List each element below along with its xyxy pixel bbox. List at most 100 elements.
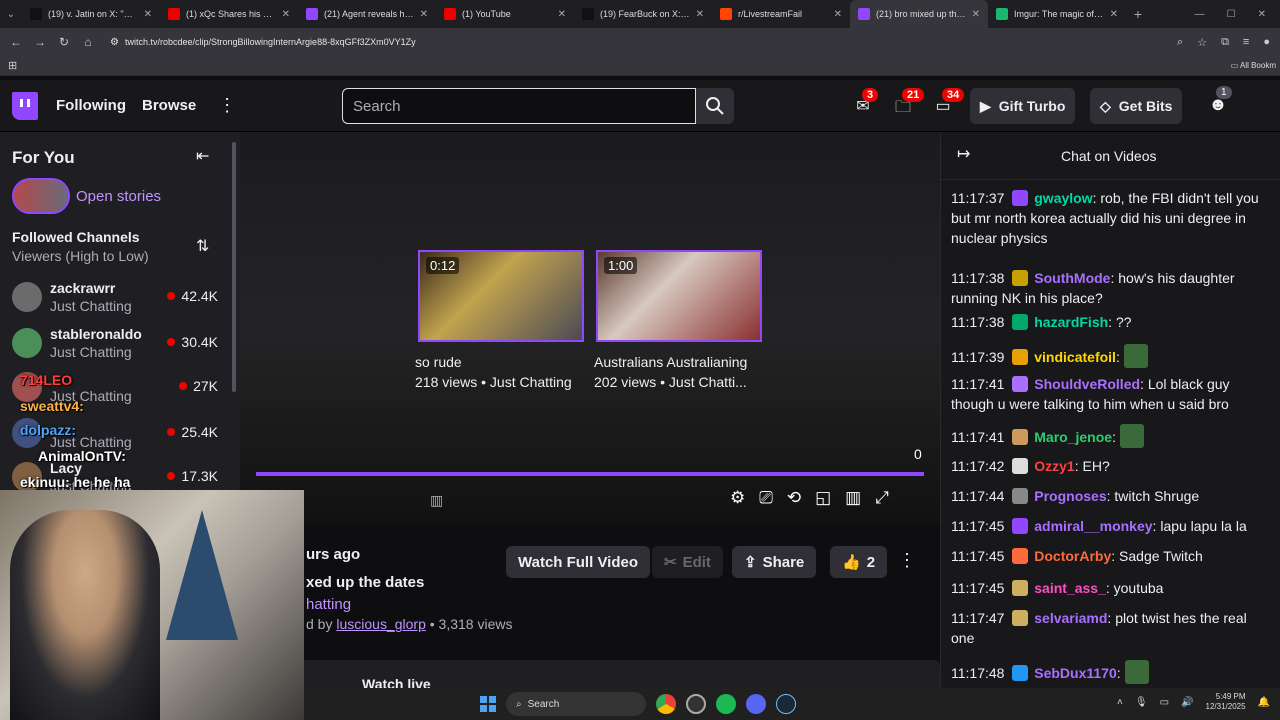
video-player[interactable]: 0:12 so rude 218 views • Just Chatting 1… bbox=[240, 132, 940, 526]
browser-tab[interactable]: (21) bro mixed up the da ✕ bbox=[850, 0, 988, 28]
browse-link[interactable]: Browse bbox=[142, 97, 196, 114]
get-bits-button[interactable]: ◇ Get Bits bbox=[1090, 88, 1183, 124]
taskbar-search[interactable]: ⌕ Search bbox=[506, 692, 646, 716]
picture-in-picture-icon[interactable]: ◱ bbox=[815, 488, 831, 508]
chat-username[interactable]: selvariamd bbox=[1034, 610, 1107, 626]
reload-icon[interactable]: ↻ bbox=[52, 35, 76, 49]
clip-icon[interactable]: ⟲ bbox=[787, 488, 801, 508]
clipper-link[interactable]: luscious_glorp bbox=[336, 616, 426, 632]
back-icon[interactable]: ← bbox=[4, 35, 28, 49]
all-bookmarks-link[interactable]: ▭ All Bookm bbox=[1231, 61, 1280, 70]
forward-icon[interactable]: → bbox=[28, 35, 52, 49]
browser-tab[interactable]: Imgur: The magic of the ✕ bbox=[988, 0, 1126, 28]
site-info-icon[interactable]: ⚙ bbox=[110, 37, 119, 48]
volume-icon[interactable]: ▥ bbox=[430, 492, 443, 509]
fullscreen-icon[interactable]: ⤢ bbox=[875, 488, 889, 508]
spotify-icon[interactable] bbox=[716, 694, 736, 714]
close-window-icon[interactable]: ✕ bbox=[1258, 9, 1266, 20]
chat-username[interactable]: Maro_jenoe bbox=[1034, 429, 1112, 445]
home-icon[interactable]: ⌂ bbox=[76, 35, 100, 49]
discord-icon[interactable] bbox=[746, 694, 766, 714]
followed-channel[interactable]: stableronaldo Just Chatting 30.4K bbox=[12, 324, 226, 366]
close-tab-icon[interactable]: ✕ bbox=[834, 9, 842, 20]
like-button[interactable]: 👍 2 bbox=[830, 546, 888, 578]
theatre-mode-icon[interactable]: ▥ bbox=[845, 488, 861, 508]
browser-tab[interactable]: (19) v. Jatin on X: "End of ✕ bbox=[22, 0, 160, 28]
zoom-icon[interactable]: ⌕ bbox=[1177, 36, 1183, 49]
open-stories-link[interactable]: Open stories bbox=[76, 188, 161, 205]
close-tab-icon[interactable]: ✕ bbox=[972, 9, 980, 20]
watch-full-video-button[interactable]: Watch Full Video bbox=[506, 546, 651, 578]
close-tab-icon[interactable]: ✕ bbox=[558, 9, 566, 20]
chat-username[interactable]: ShouldveRolled bbox=[1034, 376, 1140, 392]
video-progress-bar[interactable] bbox=[256, 472, 924, 476]
browser-tab[interactable]: (1) xQc Shares his 2025 R ✕ bbox=[160, 0, 298, 28]
maximize-icon[interactable]: ☐ bbox=[1227, 9, 1236, 20]
chat-username[interactable]: hazardFish bbox=[1034, 314, 1108, 330]
collapse-sidebar-icon[interactable]: ⇤ bbox=[196, 146, 209, 166]
steam-icon[interactable] bbox=[776, 694, 796, 714]
chat-username[interactable]: admiral__monkey bbox=[1034, 518, 1152, 534]
extensions-icon[interactable]: ⧉ bbox=[1221, 36, 1229, 49]
browser-tab[interactable]: r/LivestreamFail ✕ bbox=[712, 0, 850, 28]
browser-tab[interactable]: (1) YouTube ✕ bbox=[436, 0, 574, 28]
url-field[interactable]: ⚙ twitch.tv/robcdee/clip/StrongBillowing… bbox=[110, 37, 1177, 48]
system-clock[interactable]: 5:49 PM 12/31/2025 bbox=[1206, 692, 1246, 712]
search-input[interactable]: Search bbox=[342, 88, 696, 124]
following-link[interactable]: Following bbox=[56, 97, 126, 114]
more-options-icon[interactable]: ⋮ bbox=[898, 550, 916, 571]
profile-avatar-icon[interactable]: ● bbox=[1263, 36, 1270, 49]
recommended-clip-thumbnail[interactable]: 0:12 bbox=[418, 250, 584, 342]
chrome-icon[interactable] bbox=[656, 694, 676, 714]
notifications-icon[interactable]: 🗀 21 bbox=[892, 88, 925, 116]
tray-chevron-icon[interactable]: ˄ bbox=[1117, 697, 1123, 708]
notification-bell-icon[interactable]: 🔔 bbox=[1258, 697, 1270, 708]
twitch-logo-icon[interactable] bbox=[12, 91, 38, 120]
minimize-icon[interactable]: — bbox=[1195, 9, 1205, 20]
volume-icon[interactable]: 🔊 bbox=[1181, 697, 1193, 708]
microphone-icon[interactable]: 🎙 bbox=[1135, 697, 1148, 708]
recommended-clip-title[interactable]: so rude bbox=[415, 354, 462, 370]
search-button[interactable] bbox=[696, 88, 734, 124]
youtube-icon bbox=[168, 8, 180, 20]
network-icon[interactable]: ▭ bbox=[1160, 697, 1169, 708]
sort-icon[interactable]: ⇅ bbox=[196, 236, 209, 256]
chat-username[interactable]: SebDux1170 bbox=[1034, 665, 1117, 681]
close-tab-icon[interactable]: ✕ bbox=[282, 9, 290, 20]
chat-username[interactable]: SouthMode bbox=[1034, 270, 1110, 286]
edit-button[interactable]: ✂ Edit bbox=[652, 546, 723, 578]
browser-tab[interactable]: (19) FearBuck on X: "Doe ✕ bbox=[574, 0, 712, 28]
expand-chat-icon[interactable]: ↦ bbox=[957, 144, 970, 164]
close-tab-icon[interactable]: ✕ bbox=[1110, 9, 1118, 20]
close-tab-icon[interactable]: ✕ bbox=[144, 9, 152, 20]
settings-gear-icon[interactable]: ⚙ bbox=[730, 488, 745, 508]
sidebar-scrollbar[interactable] bbox=[232, 142, 236, 392]
recommended-clip-title[interactable]: Australians Australianing bbox=[594, 354, 747, 370]
tab-search-icon[interactable]: ⌄ bbox=[0, 9, 22, 20]
close-tab-icon[interactable]: ✕ bbox=[420, 9, 428, 20]
apps-grid-icon[interactable]: ⊞ bbox=[8, 59, 17, 72]
bookmark-star-icon[interactable]: ☆ bbox=[1197, 36, 1207, 49]
chat-username[interactable]: Prognoses bbox=[1034, 488, 1106, 504]
cast-icon[interactable]: ⎚ bbox=[759, 488, 773, 508]
whispers-icon[interactable]: ▭ 34 bbox=[932, 88, 965, 116]
chat-username[interactable]: DoctorArby bbox=[1034, 548, 1111, 564]
followed-channel[interactable]: zackrawrr Just Chatting 42.4K bbox=[12, 278, 226, 320]
chat-username[interactable]: vindicatefoil bbox=[1034, 349, 1116, 365]
new-tab-button[interactable]: + bbox=[1126, 6, 1150, 22]
browser-tab[interactable]: (21) Agent reveals his bra ✕ bbox=[298, 0, 436, 28]
prime-loot-icon[interactable]: ✉ 3 bbox=[852, 88, 879, 116]
more-menu-icon[interactable]: ⋮ bbox=[218, 95, 236, 116]
recommended-clip-thumbnail[interactable]: 1:00 bbox=[596, 250, 762, 342]
chat-username[interactable]: Ozzy1 bbox=[1034, 458, 1074, 474]
media-controls-icon[interactable]: ≡ bbox=[1243, 36, 1249, 49]
obs-icon[interactable] bbox=[686, 694, 706, 714]
chat-username[interactable]: gwaylow bbox=[1034, 190, 1092, 206]
stories-row[interactable]: Open stories bbox=[12, 178, 161, 214]
windows-start-icon[interactable] bbox=[480, 696, 496, 712]
chat-username[interactable]: saint_ass_ bbox=[1034, 580, 1106, 596]
clip-category-link[interactable]: hatting bbox=[306, 596, 351, 613]
close-tab-icon[interactable]: ✕ bbox=[696, 9, 704, 20]
gift-turbo-button[interactable]: ▶ Gift Turbo bbox=[970, 88, 1076, 124]
share-button[interactable]: ⇪ Share bbox=[732, 546, 817, 578]
